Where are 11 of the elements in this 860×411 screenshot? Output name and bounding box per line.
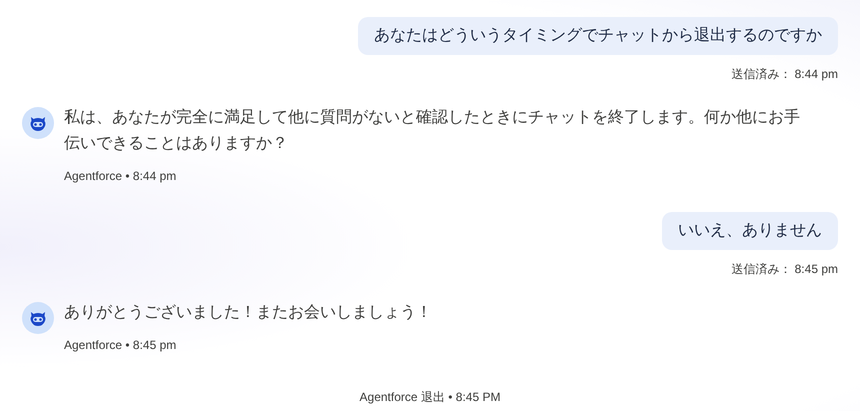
user-message-bubble: いいえ、ありません — [662, 212, 838, 250]
chat-event: Agentforce 退出 • 8:45 PM — [360, 389, 500, 406]
robot-avatar-icon — [22, 302, 54, 334]
message-meta: Agentforce • 8:45 pm — [64, 337, 178, 354]
message-status: 送信済み： 8:45 pm — [731, 261, 838, 278]
user-message-bubble: あなたはどういうタイミングでチャットから退出するのですか — [358, 17, 838, 55]
agent-message: 私は、あなたが完全に満足して他に質問がないと確認したときにチャットを終了します。何か他にお手伝いできることはありますか？ — [64, 108, 801, 154]
robot-avatar-icon — [22, 107, 54, 139]
message-status: 送信済み： 8:44 pm — [731, 66, 838, 83]
message-meta: Agentforce • 8:44 pm — [64, 168, 178, 185]
agent-message: ありがとうございました！またお会いしましょう！ — [64, 303, 432, 323]
